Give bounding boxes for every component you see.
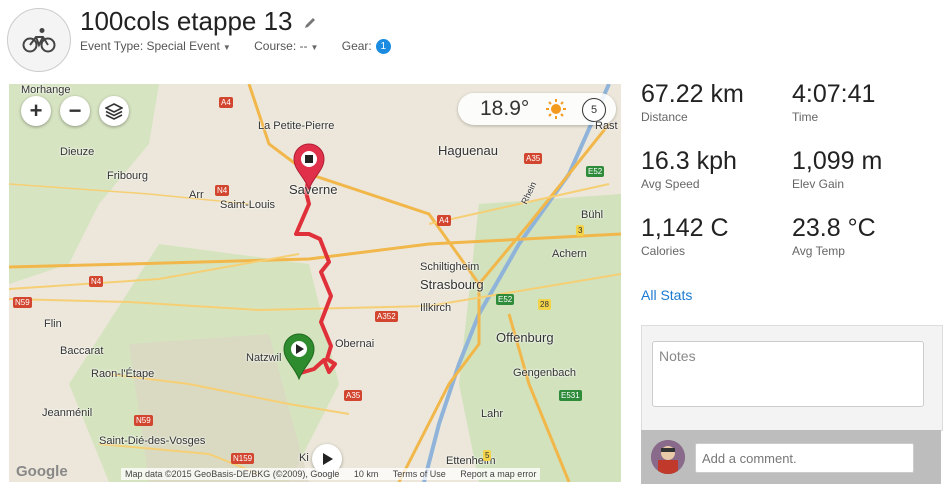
temperature-value: 18.9° (480, 97, 530, 120)
activity-meta: Event Type: Special Event ▼ Course: -- ▼ G… (80, 39, 411, 55)
end-marker-icon[interactable] (292, 142, 326, 190)
route-map[interactable]: + − 18.9° 5 Morhange Dieuze Fribourg Arr… (9, 84, 621, 482)
report-error-link[interactable]: Report a map error (460, 469, 536, 479)
stat-value: 16.3 kph (641, 147, 737, 175)
map-label: Gengenbach (513, 367, 576, 379)
map-data-text: Map data ©2015 GeoBasis-DE/BKG (©2009), … (125, 469, 340, 479)
weather-widget: 18.9° 5 (458, 93, 616, 125)
map-label: Obernai (335, 338, 375, 350)
stat-label: Calories (641, 244, 686, 258)
stat-label: Time (792, 110, 819, 124)
stat-label: Elev Gain (792, 177, 845, 191)
road-shield: A35 (344, 390, 363, 401)
map-label: Lahr (481, 408, 504, 420)
gear-count-badge: 1 (375, 39, 391, 55)
all-stats-link[interactable]: All Stats (641, 287, 692, 303)
map-label: Achern (552, 248, 587, 260)
stat-value: 1,142 C (641, 214, 729, 242)
event-type-dropdown[interactable]: Event Type: Special Event ▼ (80, 39, 231, 53)
road-shield: N4 (89, 276, 104, 287)
road-shield: A35 (524, 153, 543, 164)
map-label: Saint-Dié-des-Vosges (99, 435, 206, 447)
stat-label: Avg Temp (792, 244, 845, 258)
notes-field[interactable]: Notes (652, 341, 924, 407)
stat-value: 67.22 km (641, 80, 744, 108)
cycling-icon (7, 8, 71, 72)
road-shield: N59 (134, 415, 153, 426)
avatar (651, 440, 685, 474)
start-marker-icon[interactable] (282, 332, 316, 380)
map-label: Saint-Louis (220, 199, 276, 211)
stat-value: 1,099 m (792, 147, 883, 175)
notes-section: Notes (641, 325, 943, 431)
zoom-out-button[interactable]: − (60, 96, 90, 126)
course-dropdown[interactable]: Course: -- ▼ (254, 39, 318, 53)
map-label: Flin (44, 318, 62, 330)
wind-indicator: 5 (582, 98, 606, 122)
map-label: Raon-l'Étape (91, 368, 155, 380)
map-label: Strasbourg (420, 277, 484, 292)
map-label: Bühl (581, 209, 604, 221)
layers-icon (105, 103, 123, 120)
map-label: Natzwil (246, 352, 282, 364)
stat-label: Avg Speed (641, 177, 700, 191)
stat-elev-gain: 1,099 m Elev Gain (792, 147, 942, 191)
sun-icon (546, 99, 566, 119)
stat-calories: 1,142 C Calories (641, 214, 791, 258)
gear-link[interactable]: Gear: 1 (341, 39, 391, 55)
stat-time: 4:07:41 Time (792, 80, 942, 124)
scale-label: 10 km (353, 469, 379, 479)
attribution-bar: Map data ©2015 GeoBasis-DE/BKG (©2009), … (121, 468, 541, 480)
map-label: Jeanménil (42, 407, 93, 419)
road-shield: N4 (215, 185, 230, 196)
map-label: Arr (189, 189, 204, 201)
road-shield: N59 (13, 297, 32, 308)
stat-distance: 67.22 km Distance (641, 80, 791, 124)
play-icon (323, 453, 333, 465)
road-shield: A352 (375, 311, 398, 322)
map-label: Rast (595, 120, 618, 132)
road-shield: 3 (576, 225, 585, 236)
layers-button[interactable] (99, 96, 129, 126)
gear-label: Gear: (341, 39, 372, 53)
course-label: Course: -- (254, 39, 308, 53)
road-shield: E52 (496, 294, 515, 305)
map-label: Illkirch (420, 302, 452, 314)
activity-header: 100cols etappe 13 Event Type: Special Ev… (0, 0, 944, 80)
map-label: Haguenau (438, 143, 498, 158)
road-shield: E531 (559, 390, 582, 401)
user-avatar-icon (651, 440, 685, 474)
map-label: Offenburg (496, 330, 554, 345)
zoom-in-button[interactable]: + (21, 96, 51, 126)
caret-down-icon: ▼ (222, 43, 231, 52)
road-shield: E52 (586, 166, 605, 177)
caret-down-icon: ▼ (310, 43, 319, 52)
stat-value: 23.8 °C (792, 214, 876, 242)
road-shield: 28 (538, 299, 551, 310)
map-label: Dieuze (60, 146, 95, 158)
comment-section: Add a comment. (641, 430, 941, 484)
map-label: La Petite-Pierre (258, 120, 335, 132)
road-shield: N159 (231, 453, 255, 464)
stat-avg-temp: 23.8 °C Avg Temp (792, 214, 942, 258)
map-attribution: Google Map data ©2015 GeoBasis-DE/BKG (©… (9, 463, 621, 482)
comment-input[interactable]: Add a comment. (695, 443, 914, 473)
google-logo: Google (16, 463, 68, 480)
map-label: Fribourg (107, 170, 148, 182)
road-shield: A4 (437, 215, 451, 226)
map-label: Schiltigheim (420, 261, 480, 273)
stat-avg-speed: 16.3 kph Avg Speed (641, 147, 791, 191)
map-label: Baccarat (60, 345, 104, 357)
event-type-label: Event Type: Special Event (80, 39, 220, 53)
road-shield: A4 (219, 97, 233, 108)
stat-label: Distance (641, 110, 688, 124)
activity-title: 100cols etappe 13 (80, 6, 293, 36)
road-shield: 5 (483, 450, 492, 461)
stat-value: 4:07:41 (792, 80, 876, 108)
terms-link[interactable]: Terms of Use (393, 469, 446, 479)
map-label: Morhange (21, 84, 71, 96)
map-label: Ki (299, 452, 309, 464)
pencil-icon[interactable] (303, 16, 317, 30)
